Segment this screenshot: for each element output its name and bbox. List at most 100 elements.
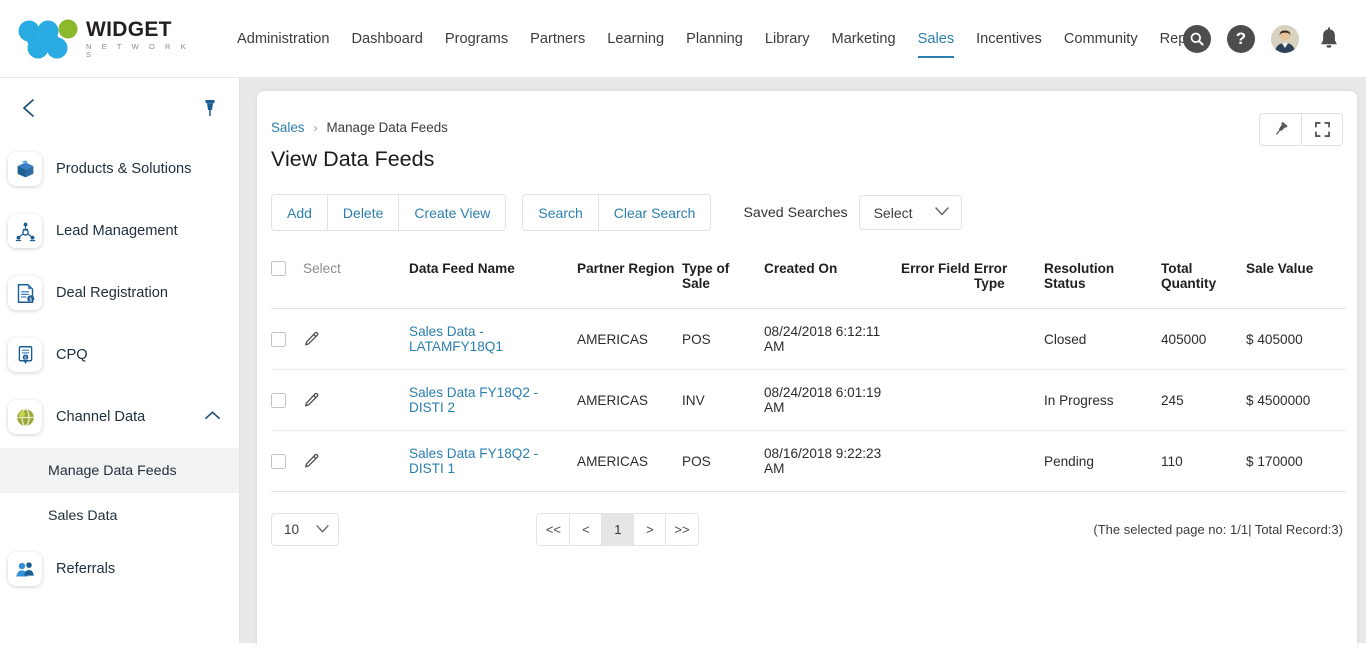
action-toolbar: AddDeleteCreate View SearchClear Search …: [271, 194, 1343, 231]
select-all-checkbox[interactable]: [271, 261, 286, 276]
cell-value: $ 170000: [1246, 431, 1346, 492]
brand-logo[interactable]: WIDGET N E T W O R K S: [16, 18, 201, 60]
svg-text:$: $: [29, 297, 32, 303]
sidebar-item-cpq[interactable]: $CPQ: [0, 324, 239, 386]
channel-data-icon: [8, 400, 42, 434]
search-action-group: SearchClear Search: [522, 194, 711, 231]
sidebar-item-label: CPQ: [56, 347, 88, 363]
pagination: <<<1>>>: [536, 513, 698, 546]
cell-name[interactable]: Sales Data - LATAMFY18Q1: [409, 309, 577, 370]
cell-value: $ 4500000: [1246, 370, 1346, 431]
edit-pencil-icon[interactable]: [303, 453, 320, 470]
nav-item-planning[interactable]: Planning: [675, 0, 754, 77]
cell-created: 08/24/2018 6:01:19 AM: [764, 370, 901, 431]
pager-button-prev[interactable]: <: [569, 514, 601, 545]
expand-icon[interactable]: [1301, 114, 1342, 145]
sidebar-item-referrals[interactable]: Referrals: [0, 538, 239, 600]
edit-pencil-icon[interactable]: [303, 331, 320, 348]
notification-bell-icon[interactable]: [1314, 24, 1344, 54]
column-header-error-type: Error Type: [974, 252, 1044, 309]
deal-registration-icon: $: [8, 276, 42, 310]
cell-status: Closed: [1044, 309, 1161, 370]
cell-name[interactable]: Sales Data FY18Q2 - DISTI 2: [409, 370, 577, 431]
cell-quantity: 110: [1161, 431, 1246, 492]
cell-error-field: [901, 431, 974, 492]
sidebar-subitem-manage-data-feeds[interactable]: Manage Data Feeds: [0, 448, 239, 493]
nav-item-marketing[interactable]: Marketing: [821, 0, 907, 77]
column-header-resolution-status: Resolution Status: [1044, 252, 1161, 309]
select-header-label: Select: [303, 261, 341, 276]
help-icon[interactable]: ?: [1226, 24, 1256, 54]
delete-button[interactable]: Delete: [327, 195, 398, 230]
sidebar-header: [0, 78, 239, 138]
sidebar-subitem-sales-data[interactable]: Sales Data: [0, 493, 239, 538]
sidebar-item-label: Lead Management: [56, 223, 178, 239]
nav-item-programs[interactable]: Programs: [434, 0, 519, 77]
column-header-error-field: Error Field: [901, 252, 974, 309]
column-header-sale-value: Sale Value: [1246, 252, 1346, 309]
clear-search-button[interactable]: Clear Search: [598, 195, 711, 230]
table-row: Sales Data - LATAMFY18Q1AMERICASPOS08/24…: [271, 309, 1346, 370]
row-checkbox[interactable]: [271, 454, 286, 469]
sidebar-item-deal-registration[interactable]: $ Deal Registration: [0, 262, 239, 324]
cell-error-type: [974, 370, 1044, 431]
nav-item-administration[interactable]: Administration: [226, 0, 340, 77]
pin-icon[interactable]: [1260, 114, 1301, 145]
main-navigation: AdministrationDashboardProgramsPartnersL…: [226, 0, 1222, 77]
cell-status: In Progress: [1044, 370, 1161, 431]
search-button[interactable]: Search: [523, 195, 597, 230]
page-title: View Data Feeds: [271, 147, 1343, 172]
nav-item-sales[interactable]: Sales: [907, 0, 966, 77]
sidebar: Products & Solutions Lead Management $ Deal…: [0, 78, 240, 643]
page-size-select[interactable]: 10: [271, 513, 339, 546]
column-header-data-feed-name: Data Feed Name: [409, 252, 577, 309]
sidebar-item-lead-management[interactable]: Lead Management: [0, 200, 239, 262]
pin-icon[interactable]: [199, 97, 221, 119]
chevron-up-icon[interactable]: [204, 408, 221, 426]
page-size-value: 10: [284, 522, 299, 537]
row-checkbox[interactable]: [271, 393, 286, 408]
brand-name: WIDGET: [86, 19, 201, 40]
saved-searches-select[interactable]: Select: [859, 195, 962, 230]
nav-item-learning[interactable]: Learning: [596, 0, 675, 77]
nav-item-incentives[interactable]: Incentives: [965, 0, 1053, 77]
add-button[interactable]: Add: [272, 195, 327, 230]
primary-action-group: AddDeleteCreate View: [271, 194, 506, 231]
table-footer: 10 <<<1>>> (The selected page no: 1/1| T…: [271, 513, 1343, 546]
sidebar-item-label: Deal Registration: [56, 285, 168, 301]
data-feeds-table: SelectData Feed NamePartner RegionType o…: [271, 252, 1346, 492]
pager-button-next[interactable]: >: [633, 514, 665, 545]
search-icon[interactable]: [1182, 24, 1212, 54]
card-tool-group: [1259, 113, 1343, 146]
nav-item-partners[interactable]: Partners: [519, 0, 596, 77]
nav-item-community[interactable]: Community: [1053, 0, 1149, 77]
cell-name[interactable]: Sales Data FY18Q2 - DISTI 1: [409, 431, 577, 492]
cell-error-field: [901, 370, 974, 431]
sidebar-item-products-solutions[interactable]: Products & Solutions: [0, 138, 239, 200]
cell-type: INV: [682, 370, 764, 431]
row-select-cell: [271, 370, 409, 431]
chevron-left-icon[interactable]: [18, 96, 42, 120]
nav-item-library[interactable]: Library: [754, 0, 821, 77]
column-header-partner-region: Partner Region: [577, 252, 682, 309]
cell-status: Pending: [1044, 431, 1161, 492]
table-body: Sales Data - LATAMFY18Q1AMERICASPOS08/24…: [271, 309, 1346, 492]
avatar[interactable]: [1270, 24, 1300, 54]
record-count-info: (The selected page no: 1/1| Total Record…: [1093, 522, 1343, 537]
cell-quantity: 405000: [1161, 309, 1246, 370]
chevron-down-icon: [315, 522, 330, 537]
breadcrumb-parent[interactable]: Sales: [271, 120, 305, 135]
column-header-created-on: Created On: [764, 252, 901, 309]
edit-pencil-icon[interactable]: [303, 392, 320, 409]
sidebar-item-channel-data[interactable]: Channel Data: [0, 386, 239, 448]
nav-item-dashboard[interactable]: Dashboard: [340, 0, 433, 77]
pager-button-1[interactable]: 1: [601, 514, 633, 545]
pager-button-prevprev[interactable]: <<: [537, 514, 569, 545]
create-view-button[interactable]: Create View: [398, 195, 505, 230]
cell-error-type: [974, 431, 1044, 492]
row-checkbox[interactable]: [271, 332, 286, 347]
cell-type: POS: [682, 309, 764, 370]
sidebar-item-label: Referrals: [56, 561, 115, 577]
cell-region: AMERICAS: [577, 309, 682, 370]
pager-button-nextnext[interactable]: >>: [665, 514, 697, 545]
